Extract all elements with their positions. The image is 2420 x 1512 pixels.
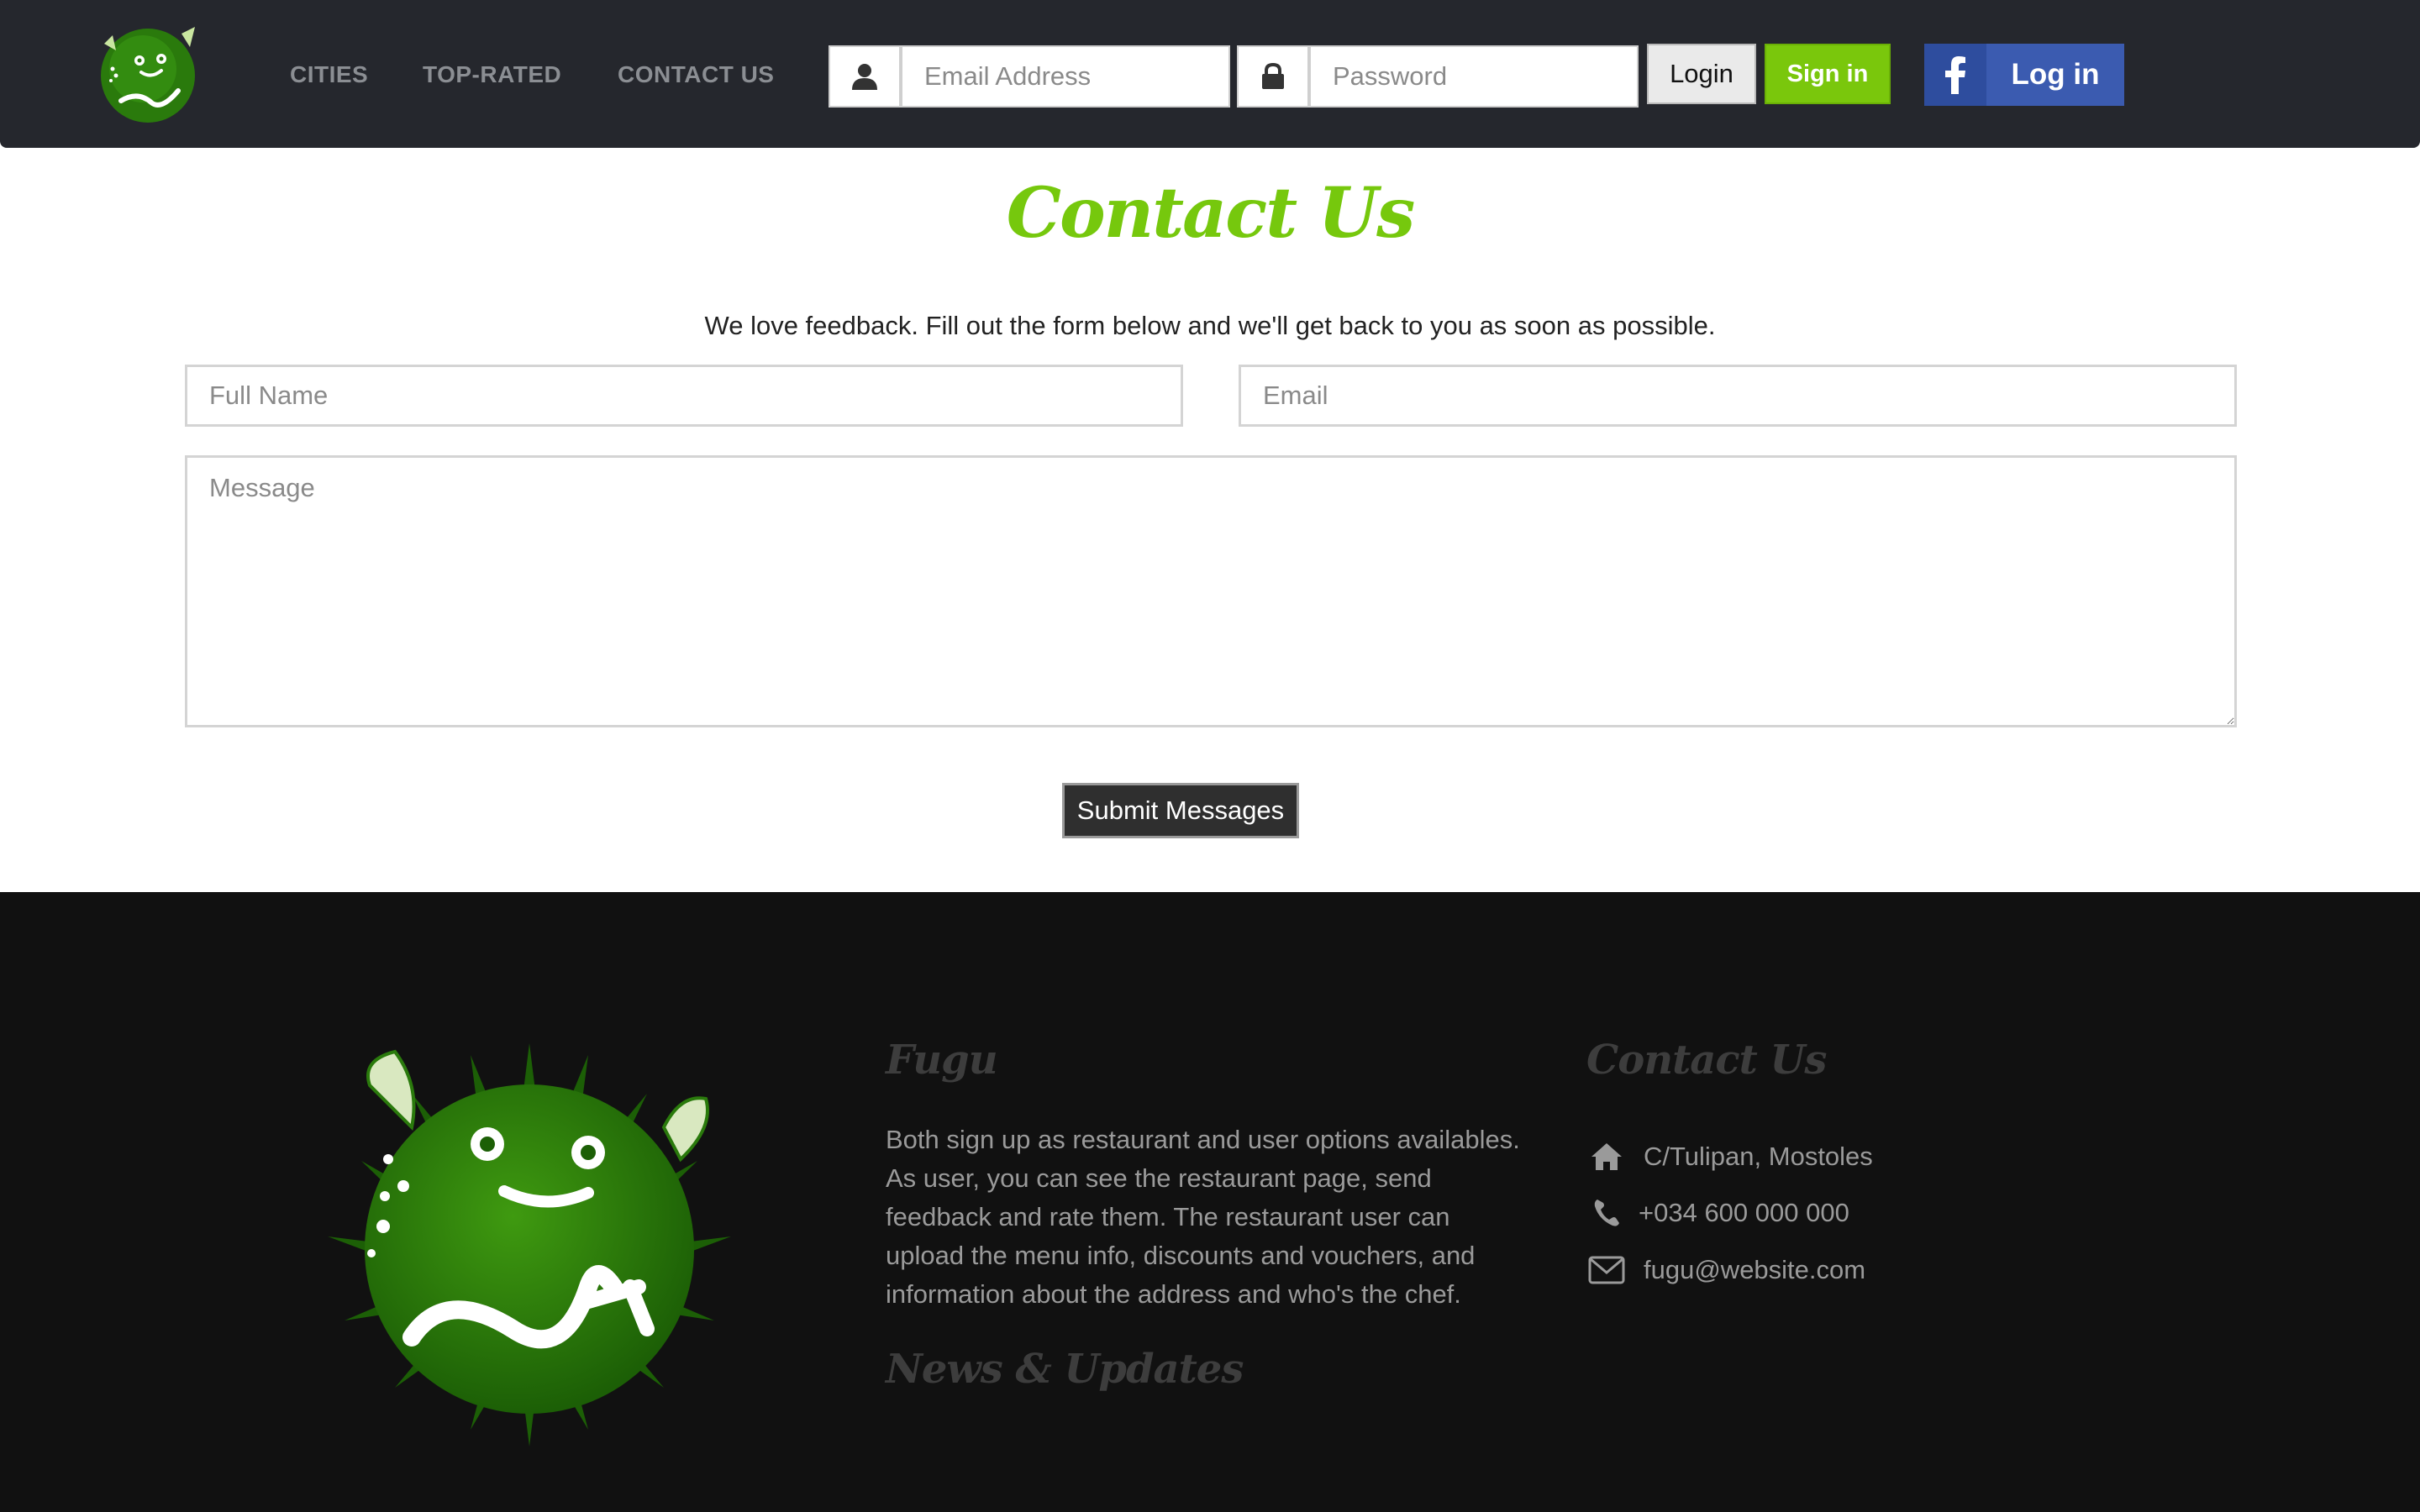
footer-email: fugu@website.com <box>1588 1252 1865 1289</box>
footer-news-heading: News & Updates <box>886 1346 1244 1393</box>
footer-phone: +034 600 000 000 <box>1588 1194 1849 1231</box>
home-icon <box>1588 1138 1625 1175</box>
lock-icon <box>1262 63 1284 89</box>
phone-icon <box>1588 1194 1625 1231</box>
footer-address: C/Tulipan, Mostoles <box>1588 1138 1873 1175</box>
facebook-login-label: Log in <box>2011 58 2100 91</box>
header-password-input[interactable] <box>1309 45 1639 108</box>
password-addon <box>1237 45 1309 108</box>
sign-in-button[interactable]: Sign in <box>1765 44 1891 104</box>
full-name-input[interactable] <box>185 365 1183 427</box>
nav-link-top-rated[interactable]: TOP-RATED <box>423 60 561 89</box>
page-title: Contact Us <box>1006 173 1416 254</box>
footer-email-link[interactable]: fugu@website.com <box>1644 1255 1865 1285</box>
footer-contact-heading: Contact Us <box>1586 1037 1827 1084</box>
footer-phone-text: +034 600 000 000 <box>1639 1198 1849 1227</box>
email-input[interactable] <box>1239 365 2237 427</box>
header-email-input[interactable] <box>901 45 1230 108</box>
nav-link-contact-us[interactable]: CONTACT US <box>618 60 774 89</box>
fugu-logo[interactable] <box>87 10 212 128</box>
facebook-icon <box>1924 44 1986 106</box>
nav-link-cities[interactable]: CITIES <box>290 60 368 89</box>
facebook-login-button[interactable]: Log in <box>1924 44 2124 106</box>
footer-about-heading: Fugu <box>886 1037 998 1084</box>
message-textarea[interactable] <box>185 455 2237 727</box>
intro-text: We love feedback. Fill out the form belo… <box>704 311 1716 340</box>
login-button[interactable]: Login <box>1647 44 1756 104</box>
fugu-footer-logo <box>328 1043 731 1446</box>
email-addon <box>829 45 901 108</box>
footer-about-text: Both sign up as restaurant and user opti… <box>886 1125 1520 1309</box>
user-icon <box>852 64 877 90</box>
footer-address-text: C/Tulipan, Mostoles <box>1644 1142 1873 1171</box>
envelope-icon <box>1588 1252 1625 1289</box>
submit-messages-button[interactable]: Submit Messages <box>1062 783 1299 838</box>
top-navbar: CITIES TOP-RATED CONTACT US Login Sign i… <box>0 0 2420 148</box>
